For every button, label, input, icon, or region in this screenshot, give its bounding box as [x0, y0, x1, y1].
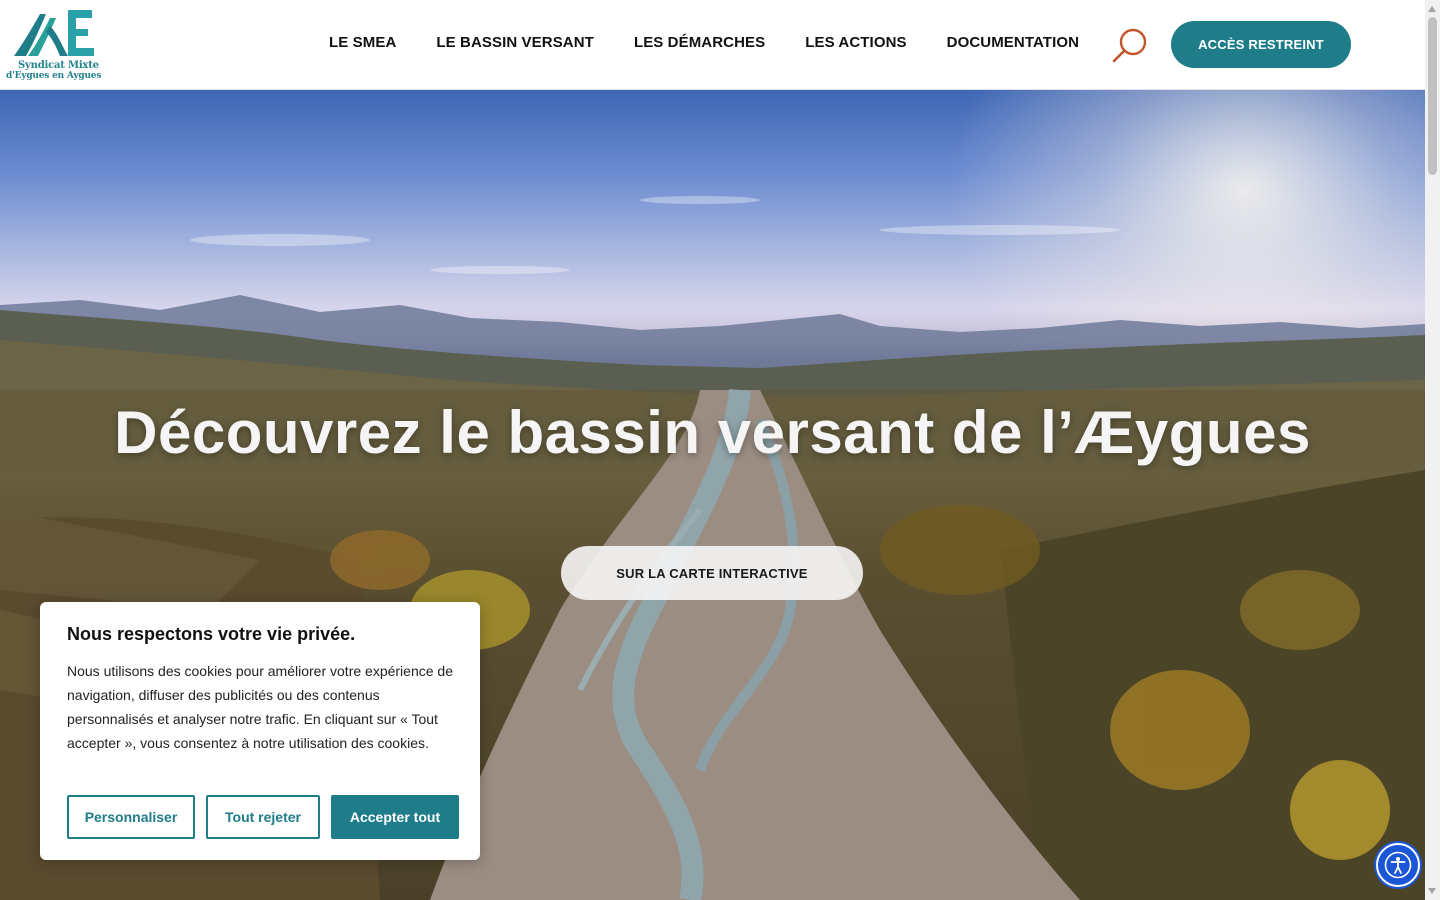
hero-title: Découvrez le bassin versant de l’Æygues — [114, 399, 1311, 466]
page-scrollbar[interactable] — [1425, 0, 1440, 900]
cookie-accept-button[interactable]: Accepter tout — [331, 795, 459, 839]
nav-item-demarches[interactable]: LES DÉMARCHES — [634, 34, 765, 51]
cookie-customize-button[interactable]: Personnaliser — [67, 795, 195, 839]
nav-item-documentation[interactable]: DOCUMENTATION — [947, 34, 1079, 51]
logo-text-line1: Syndicat Mixte — [18, 60, 99, 71]
logo-mark-icon — [14, 10, 94, 56]
accessibility-icon — [1384, 851, 1412, 879]
accessibility-button[interactable] — [1376, 843, 1420, 887]
cookie-reject-button[interactable]: Tout rejeter — [206, 795, 320, 839]
interactive-map-button[interactable]: SUR LA CARTE INTERACTIVE — [561, 546, 863, 600]
nav-item-bassin-versant[interactable]: LE BASSIN VERSANT — [436, 34, 594, 51]
cookie-banner-title: Nous respectons votre vie privée. — [67, 624, 356, 644]
cookie-consent-banner: Nous respectons votre vie privée. Nous u… — [40, 602, 480, 860]
logo-text-line2: d'Eygues en Aygues — [6, 71, 102, 81]
scroll-up-arrow-icon[interactable] — [1428, 6, 1436, 12]
nav-item-le-smea[interactable]: LE SMEA — [329, 34, 396, 51]
main-nav: LE SMEA LE BASSIN VERSANT LES DÉMARCHES … — [329, 34, 1079, 51]
search-icon — [1112, 28, 1147, 63]
nav-item-actions[interactable]: LES ACTIONS — [805, 34, 906, 51]
cookie-banner-text: Nous utilisons des cookies pour améliore… — [67, 663, 453, 751]
restricted-access-button[interactable]: ACCÈS RESTREINT — [1171, 21, 1351, 68]
scroll-down-arrow-icon[interactable] — [1428, 888, 1436, 894]
search-button[interactable] — [1110, 26, 1150, 64]
cookie-banner-actions: Personnaliser Tout rejeter Accepter tout — [67, 795, 459, 839]
scrollbar-thumb[interactable] — [1428, 17, 1437, 175]
site-header: Syndicat Mixte d'Eygues en Aygues LE SME… — [0, 0, 1425, 90]
site-logo[interactable]: Syndicat Mixte d'Eygues en Aygues — [4, 6, 110, 84]
